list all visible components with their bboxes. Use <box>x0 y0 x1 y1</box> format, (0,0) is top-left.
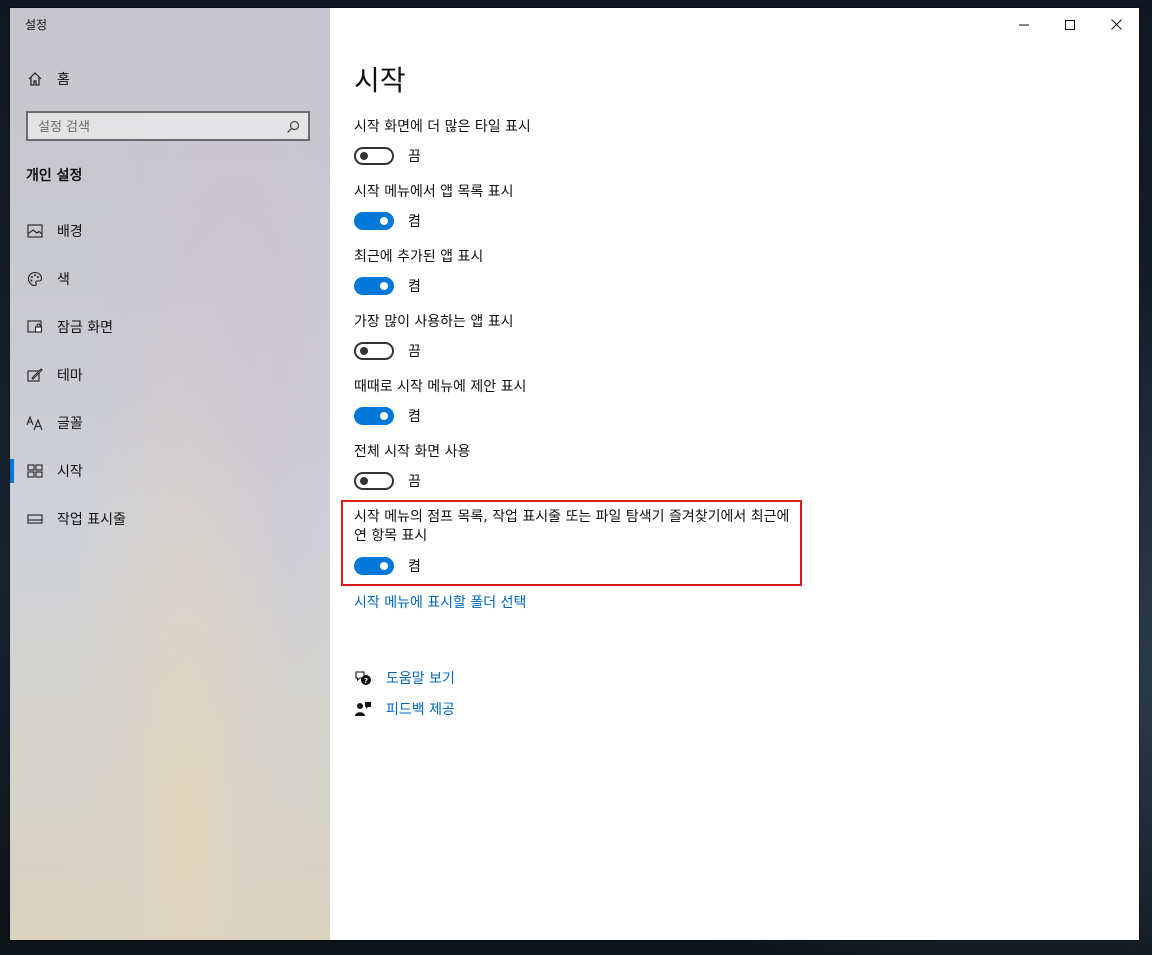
sidebar-item-lock-screen[interactable]: 잠금 화면 <box>10 307 330 347</box>
section-heading: 개인 설정 <box>26 168 83 184</box>
setting-label: 전체 시작 화면 사용 <box>354 444 471 460</box>
setting-label: 때때로 시작 메뉴에 제안 표시 <box>354 379 527 395</box>
toggle-state-text: 켬 <box>408 279 421 295</box>
sidebar-item-theme[interactable]: 테마 <box>10 355 330 395</box>
lock-screen-icon <box>26 318 44 336</box>
toggle-state-text: 켬 <box>408 214 421 230</box>
settings-window: 설정 홈 개인 설정 배경 색 <box>10 8 1139 940</box>
font-icon <box>26 414 44 432</box>
setting-label: 시작 메뉴의 점프 목록, 작업 표시줄 또는 파일 탐색기 즐겨찾기에서 최근… <box>354 509 790 544</box>
recently-added-toggle[interactable] <box>354 277 394 295</box>
sidebar-item-font[interactable]: 글꼴 <box>10 403 330 443</box>
picture-icon <box>26 222 44 240</box>
suggestions-toggle[interactable] <box>354 407 394 425</box>
sidebar-item-label: 글꼴 <box>57 416 83 432</box>
search-box <box>26 111 310 141</box>
setting-most-used: 가장 많이 사용하는 앱 표시 끔 <box>354 313 814 362</box>
sidebar-item-label: 홈 <box>57 72 70 88</box>
sidebar: 설정 홈 개인 설정 배경 색 <box>10 8 330 940</box>
setting-label: 시작 메뉴에서 앱 목록 표시 <box>354 184 514 200</box>
sidebar-item-label: 시작 <box>57 464 83 480</box>
toggle-state-text: 켬 <box>408 559 421 575</box>
more-tiles-toggle[interactable] <box>354 147 394 165</box>
help-row: ? 도움말 보기 <box>354 668 455 688</box>
setting-recent-items: 시작 메뉴의 점프 목록, 작업 표시줄 또는 파일 탐색기 즐겨찾기에서 최근… <box>354 508 794 577</box>
toggle-state-text: 끔 <box>408 344 421 360</box>
app-list-toggle[interactable] <box>354 212 394 230</box>
setting-app-list: 시작 메뉴에서 앱 목록 표시 켬 <box>354 183 814 232</box>
search-input[interactable] <box>36 116 280 138</box>
setting-label: 시작 화면에 더 많은 타일 표시 <box>354 119 531 135</box>
recent-items-toggle[interactable] <box>354 557 394 575</box>
toggle-state-text: 켬 <box>408 409 421 425</box>
palette-icon <box>26 270 44 288</box>
start-icon <box>26 462 44 480</box>
most-used-toggle[interactable] <box>354 342 394 360</box>
theme-icon <box>26 366 44 384</box>
get-help-link[interactable]: 도움말 보기 <box>386 668 455 688</box>
main-content: 시작 시작 화면에 더 많은 타일 표시 끔 시작 메뉴에서 앱 목록 표시 켬… <box>330 8 1139 940</box>
sidebar-item-color[interactable]: 색 <box>10 259 330 299</box>
sidebar-item-label: 테마 <box>57 368 83 384</box>
toggle-state-text: 끔 <box>408 149 421 165</box>
page-title: 시작 <box>354 64 406 97</box>
taskbar-icon <box>26 510 44 528</box>
svg-text:?: ? <box>364 677 368 685</box>
setting-recently-added: 최근에 추가된 앱 표시 켬 <box>354 248 814 297</box>
home-icon <box>26 70 44 88</box>
give-feedback-link[interactable]: 피드백 제공 <box>386 699 455 719</box>
help-chat-icon: ? <box>354 669 372 687</box>
choose-folders-link[interactable]: 시작 메뉴에 표시할 폴더 선택 <box>354 592 526 612</box>
feedback-row: 피드백 제공 <box>354 699 455 719</box>
sidebar-item-label: 색 <box>57 272 70 288</box>
sidebar-item-label: 배경 <box>57 224 83 240</box>
sidebar-item-taskbar[interactable]: 작업 표시줄 <box>10 499 330 539</box>
full-screen-toggle[interactable] <box>354 472 394 490</box>
toggle-state-text: 끔 <box>408 474 421 490</box>
sidebar-item-start[interactable]: 시작 <box>10 451 330 491</box>
setting-label: 최근에 추가된 앱 표시 <box>354 249 484 265</box>
sidebar-item-background[interactable]: 배경 <box>10 211 330 251</box>
app-title: 설정 <box>25 18 48 32</box>
setting-suggestions: 때때로 시작 메뉴에 제안 표시 켬 <box>354 378 814 427</box>
feedback-icon <box>354 700 372 718</box>
sidebar-item-label: 작업 표시줄 <box>57 512 126 528</box>
sidebar-item-label: 잠금 화면 <box>57 320 113 336</box>
setting-label: 가장 많이 사용하는 앱 표시 <box>354 314 514 330</box>
setting-more-tiles: 시작 화면에 더 많은 타일 표시 끔 <box>354 118 814 167</box>
setting-full-screen: 전체 시작 화면 사용 끔 <box>354 443 814 492</box>
search-icon[interactable] <box>286 119 300 138</box>
sidebar-item-home[interactable]: 홈 <box>10 59 330 99</box>
